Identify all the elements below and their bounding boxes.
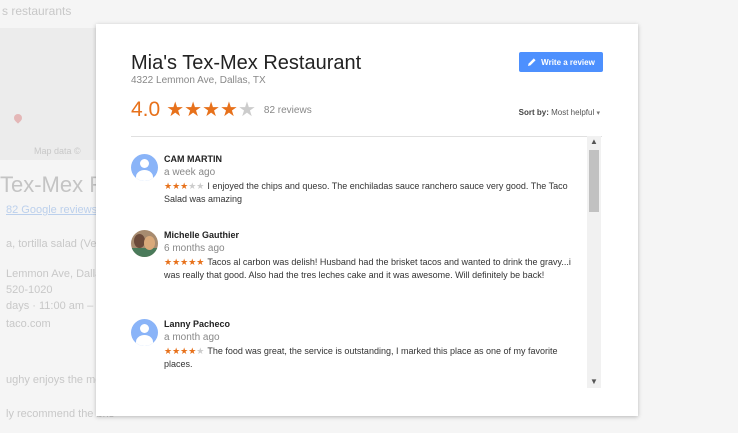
review-text: The food was great, the service is outst… (164, 346, 558, 369)
rating-value: 4.0 (131, 98, 161, 121)
review-stars: ★★★★★ (164, 257, 205, 267)
review-date: a week ago (164, 167, 216, 178)
star-icon: ★ (184, 99, 203, 121)
rating-stars: ★★★★★ (166, 100, 256, 120)
review-text: Tacos al carbon was delish! Husband had … (164, 257, 571, 280)
write-review-button[interactable]: Write a review (519, 52, 603, 72)
sort-dropdown[interactable]: Sort by: Most helpful ▾ (519, 108, 600, 117)
review-stars: ★★★★★ (164, 346, 205, 356)
reviewer-name[interactable]: CAM MARTIN (164, 154, 222, 164)
review-list: CAM MARTIN a week ago ★★★★★ I enjoyed the… (131, 150, 571, 386)
background-text: a, tortilla salad (Ve (6, 238, 97, 250)
scrollbar[interactable]: ▲ ▼ (587, 136, 601, 388)
review-date: a month ago (164, 332, 220, 343)
map-pin-icon (12, 112, 24, 124)
background-text: ughy enjoys the me (6, 374, 102, 386)
background-text: taco.com (6, 318, 51, 330)
restaurant-title: Mia's Tex-Mex Restaurant (131, 52, 362, 74)
scrollbar-thumb[interactable] (589, 150, 599, 212)
background-text: 520-1020 (6, 284, 53, 296)
avatar-icon (131, 319, 158, 346)
star-icon: ★ (202, 99, 221, 121)
review-count: 82 reviews (263, 104, 312, 116)
background-link: 82 Google reviews (6, 204, 98, 216)
scroll-down-icon[interactable]: ▼ (587, 376, 601, 388)
caret-down-icon: ▾ (596, 110, 600, 117)
reviews-dialog: Mia's Tex-Mex Restaurant 4322 Lemmon Ave… (96, 24, 638, 416)
star-icon: ★ (166, 99, 185, 121)
avatar-icon (131, 154, 158, 181)
divider (131, 136, 602, 137)
star-icon: ★ (220, 99, 238, 121)
avatar-photo (131, 230, 158, 257)
scroll-up-icon[interactable]: ▲ (587, 136, 601, 148)
review-body: ★★★★★ Tacos al carbon was delish! Husband… (164, 256, 571, 282)
background-text: s restaurants (2, 4, 72, 18)
review-stars: ★★★★★ (164, 181, 205, 191)
review-text: I enjoyed the chips and queso. The enchi… (164, 181, 568, 204)
pencil-icon (528, 58, 536, 66)
review-body: ★★★★★ I enjoyed the chips and queso. The … (164, 180, 571, 206)
sort-label: Sort by: (518, 108, 549, 117)
map-thumbnail (0, 28, 96, 160)
restaurant-address: 4322 Lemmon Ave, Dallas, TX (131, 75, 266, 86)
reviewer-name[interactable]: Michelle Gauthier (164, 230, 239, 240)
write-review-label: Write a review (541, 57, 595, 67)
reviewer-name[interactable]: Lanny Pacheco (164, 319, 230, 329)
review-body: ★★★★★ The food was great, the service is … (164, 345, 571, 371)
sort-value: Most helpful (551, 108, 595, 117)
star-empty-icon: ★ (237, 99, 256, 121)
rating-summary: 4.0 ★★★★★ 82 reviews (131, 98, 312, 122)
background-text: Lemmon Ave, Dallas (6, 268, 107, 280)
review-date: 6 months ago (164, 243, 225, 254)
background-text: Map data © (34, 146, 81, 156)
